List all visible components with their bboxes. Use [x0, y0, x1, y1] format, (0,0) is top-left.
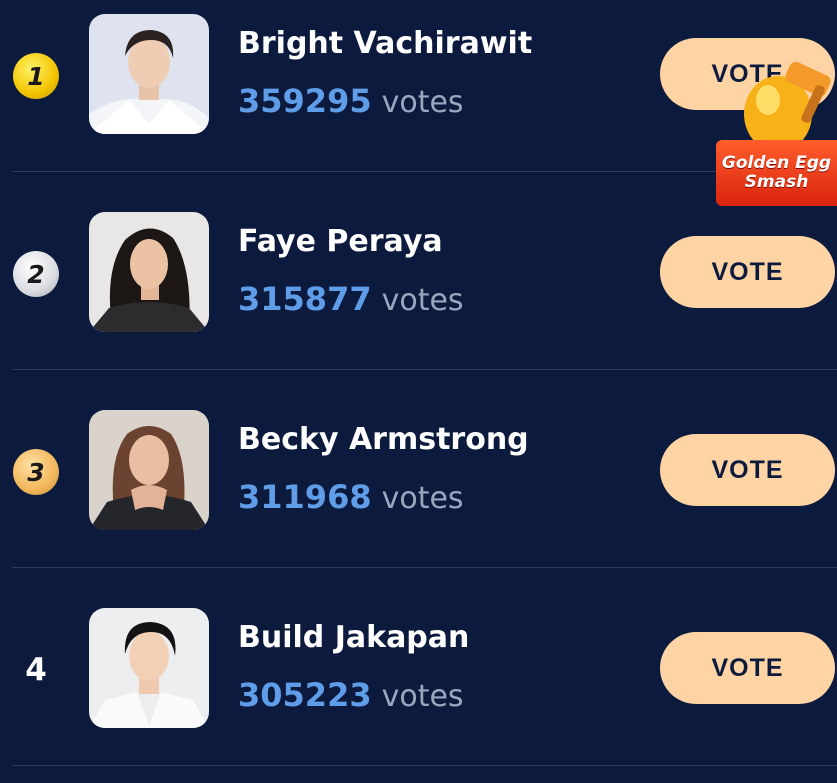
promo-line-2: Smash: [744, 172, 809, 192]
row-divider: [12, 765, 837, 766]
vote-count: 305223: [238, 676, 372, 714]
contestant-name: Bright Vachirawit: [238, 26, 533, 61]
avatar[interactable]: [89, 410, 209, 530]
contestant-name: Becky Armstrong: [238, 422, 529, 457]
contestant-name: Faye Peraya: [238, 224, 443, 259]
ranking-row-4: 4 Build Jakapan 305223 votes VOTE: [0, 568, 837, 766]
rank-badge-silver: 2: [13, 251, 59, 297]
vote-tally: 315877 votes: [238, 280, 464, 318]
vote-unit: votes: [381, 85, 464, 120]
vote-tally: 311968 votes: [238, 478, 464, 516]
vote-count: 359295: [238, 82, 372, 120]
vote-unit: votes: [381, 481, 464, 516]
avatar[interactable]: [89, 608, 209, 728]
avatar[interactable]: [89, 212, 209, 332]
vote-count: 311968: [238, 478, 372, 516]
ranking-row-1: 1 Bright Vachirawit 359295 votes VOTE: [0, 0, 837, 172]
vote-count: 315877: [238, 280, 372, 318]
vote-button[interactable]: VOTE: [660, 434, 835, 506]
rank-badge-gold: 1: [13, 53, 59, 99]
rank-number: 4: [25, 652, 47, 688]
golden-egg-label: Golden Egg Smash: [716, 140, 837, 206]
ranking-row-2: 2 Faye Peraya 315877 votes VOTE: [0, 172, 837, 370]
vote-button[interactable]: VOTE: [660, 632, 835, 704]
avatar-portrait-icon: [89, 410, 209, 530]
vote-tally: 359295 votes: [238, 82, 464, 120]
promo-line-1: Golden Egg: [721, 153, 832, 173]
vote-tally: 305223 votes: [238, 676, 464, 714]
avatar-portrait-icon: [89, 14, 209, 134]
vote-button[interactable]: VOTE: [660, 236, 835, 308]
golden-egg-smash-promo[interactable]: Golden Egg Smash: [716, 56, 837, 208]
avatar[interactable]: [89, 14, 209, 134]
avatar-portrait-icon: [89, 212, 209, 332]
vote-unit: votes: [381, 283, 464, 318]
avatar-portrait-icon: [89, 608, 209, 728]
vote-unit: votes: [381, 679, 464, 714]
ranking-row-3: 3 Becky Armstrong 311968 votes VOTE: [0, 370, 837, 568]
rank-badge-bronze: 3: [13, 449, 59, 495]
contestant-name: Build Jakapan: [238, 620, 470, 655]
